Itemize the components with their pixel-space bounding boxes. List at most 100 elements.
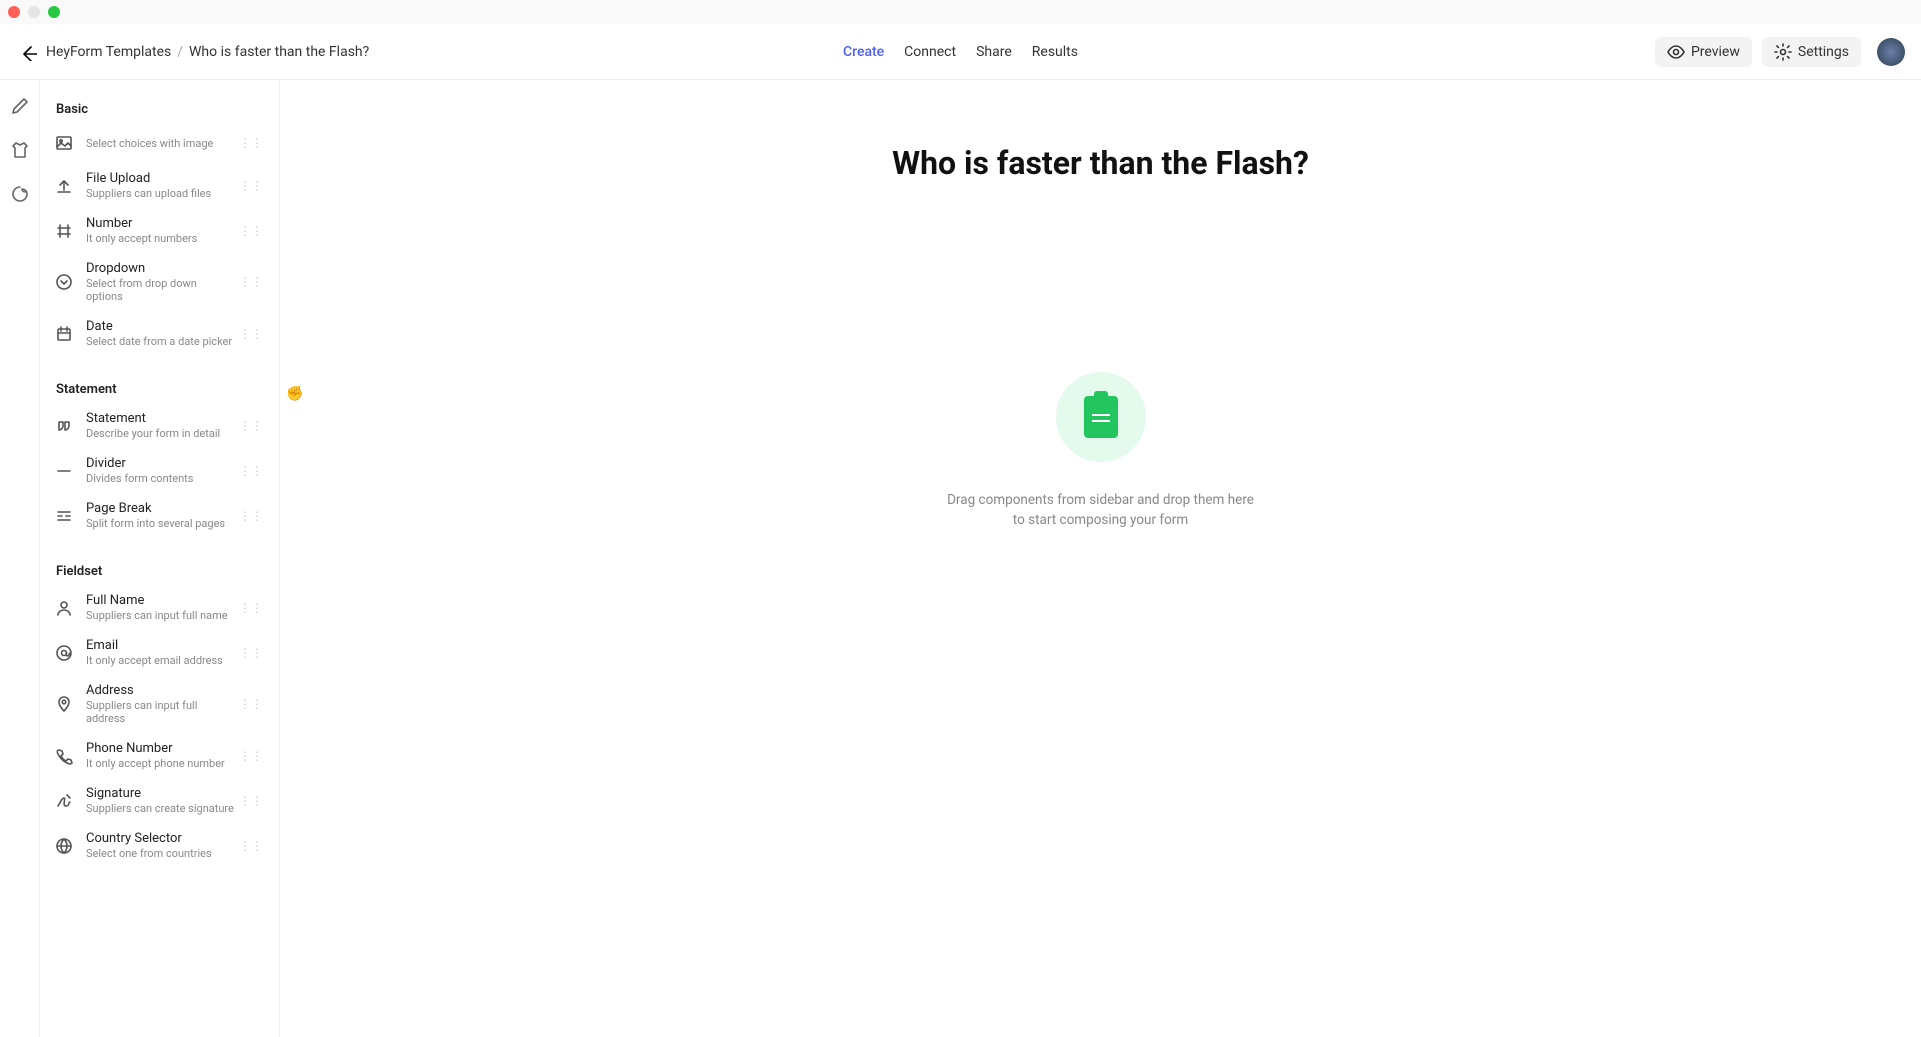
main-tabs: Create Connect Share Results bbox=[843, 44, 1078, 60]
avatar[interactable] bbox=[1877, 38, 1905, 66]
globe-icon bbox=[55, 837, 73, 855]
component-file-upload[interactable]: File UploadSuppliers can upload files ⋮⋮ bbox=[40, 163, 279, 208]
minimize-window-icon[interactable] bbox=[28, 6, 40, 18]
component-dropdown[interactable]: DropdownSelect from drop down options ⋮⋮ bbox=[40, 253, 279, 311]
component-address[interactable]: AddressSuppliers can input full address … bbox=[40, 675, 279, 733]
preview-button[interactable]: Preview bbox=[1655, 37, 1752, 67]
item-desc: It only accept phone number bbox=[86, 757, 235, 770]
item-desc: Suppliers can input full address bbox=[86, 699, 235, 725]
item-title: File Upload bbox=[86, 171, 235, 186]
gear-icon bbox=[1774, 43, 1792, 61]
item-desc: Describe your form in detail bbox=[86, 427, 235, 440]
breadcrumb: HeyForm Templates / Who is faster than t… bbox=[46, 44, 369, 60]
divider-icon bbox=[55, 462, 73, 480]
rail-design[interactable] bbox=[8, 138, 32, 162]
window-titlebar bbox=[0, 0, 1921, 24]
tab-results[interactable]: Results bbox=[1032, 44, 1078, 60]
component-page-break[interactable]: Page BreakSplit form into several pages … bbox=[40, 493, 279, 538]
empty-text: Drag components from sidebar and drop th… bbox=[941, 490, 1261, 531]
pin-icon bbox=[55, 695, 73, 713]
chevron-circle-icon bbox=[55, 273, 73, 291]
item-title: Phone Number bbox=[86, 741, 235, 756]
at-icon bbox=[55, 644, 73, 662]
drag-handle-icon[interactable]: ⋮⋮ bbox=[235, 275, 267, 289]
rail-edit[interactable] bbox=[8, 94, 32, 118]
item-desc: Select one from countries bbox=[86, 847, 235, 860]
rail-logic[interactable] bbox=[8, 182, 32, 206]
component-date[interactable]: DateSelect date from a date picker ⋮⋮ bbox=[40, 311, 279, 356]
settings-label: Settings bbox=[1798, 44, 1849, 60]
component-full-name[interactable]: Full NameSuppliers can input full name ⋮… bbox=[40, 585, 279, 630]
item-title: Signature bbox=[86, 786, 235, 801]
drag-handle-icon[interactable]: ⋮⋮ bbox=[235, 749, 267, 763]
preview-label: Preview bbox=[1691, 44, 1740, 60]
item-title: Date bbox=[86, 319, 235, 334]
item-title: Full Name bbox=[86, 593, 235, 608]
tab-connect[interactable]: Connect bbox=[904, 44, 956, 60]
drag-handle-icon[interactable]: ⋮⋮ bbox=[235, 419, 267, 433]
component-image-choice[interactable]: Select choices with image ⋮⋮ bbox=[40, 123, 279, 163]
app-header: HeyForm Templates / Who is faster than t… bbox=[0, 24, 1921, 80]
group-fieldset: Fieldset bbox=[40, 554, 279, 585]
drag-handle-icon[interactable]: ⋮⋮ bbox=[235, 646, 267, 660]
left-rail bbox=[0, 80, 40, 1037]
component-phone[interactable]: Phone NumberIt only accept phone number … bbox=[40, 733, 279, 778]
clipboard-icon bbox=[1056, 372, 1146, 462]
item-desc: Split form into several pages bbox=[86, 517, 235, 530]
group-statement: Statement bbox=[40, 372, 279, 403]
item-desc: It only accept email address bbox=[86, 654, 235, 667]
component-signature[interactable]: SignatureSuppliers can create signature … bbox=[40, 778, 279, 823]
phone-icon bbox=[55, 747, 73, 765]
item-desc: Suppliers can create signature bbox=[86, 802, 235, 815]
drag-handle-icon[interactable]: ⋮⋮ bbox=[235, 601, 267, 615]
item-desc: Select from drop down options bbox=[86, 277, 235, 303]
quote-icon bbox=[55, 417, 73, 435]
drag-handle-icon[interactable]: ⋮⋮ bbox=[235, 136, 267, 150]
signature-icon bbox=[55, 792, 73, 810]
pencil-icon bbox=[11, 97, 29, 115]
item-title: Page Break bbox=[86, 501, 235, 516]
item-title: Email bbox=[86, 638, 235, 653]
component-statement[interactable]: StatementDescribe your form in detail ⋮⋮ bbox=[40, 403, 279, 448]
drag-handle-icon[interactable]: ⋮⋮ bbox=[235, 839, 267, 853]
drag-handle-icon[interactable]: ⋮⋮ bbox=[235, 179, 267, 193]
item-title: Address bbox=[86, 683, 235, 698]
form-canvas[interactable]: Who is faster than the Flash? Drag compo… bbox=[280, 80, 1921, 1037]
back-button[interactable] bbox=[16, 40, 40, 64]
empty-state: Drag components from sidebar and drop th… bbox=[941, 372, 1261, 531]
item-title: Statement bbox=[86, 411, 235, 426]
breadcrumb-separator: / bbox=[177, 44, 183, 60]
tab-create[interactable]: Create bbox=[843, 44, 884, 60]
swirl-icon bbox=[11, 185, 29, 203]
component-country[interactable]: Country SelectorSelect one from countrie… bbox=[40, 823, 279, 868]
close-window-icon[interactable] bbox=[8, 6, 20, 18]
item-title: Number bbox=[86, 216, 235, 231]
component-divider[interactable]: DividerDivides form contents ⋮⋮ bbox=[40, 448, 279, 493]
drag-handle-icon[interactable]: ⋮⋮ bbox=[235, 224, 267, 238]
drag-handle-icon[interactable]: ⋮⋮ bbox=[235, 697, 267, 711]
item-desc: Select choices with image bbox=[86, 137, 235, 150]
breadcrumb-root[interactable]: HeyForm Templates bbox=[46, 44, 171, 60]
arrow-left-icon bbox=[19, 43, 37, 61]
component-sidebar: Basic Select choices with image ⋮⋮ File … bbox=[40, 80, 280, 1037]
item-title: Country Selector bbox=[86, 831, 235, 846]
component-email[interactable]: EmailIt only accept email address ⋮⋮ bbox=[40, 630, 279, 675]
drag-handle-icon[interactable]: ⋮⋮ bbox=[235, 327, 267, 341]
item-title: Dropdown bbox=[86, 261, 235, 276]
item-desc: Divides form contents bbox=[86, 472, 235, 485]
drag-handle-icon[interactable]: ⋮⋮ bbox=[235, 464, 267, 478]
drag-handle-icon[interactable]: ⋮⋮ bbox=[235, 509, 267, 523]
hash-icon bbox=[55, 222, 73, 240]
drag-handle-icon[interactable]: ⋮⋮ bbox=[235, 794, 267, 808]
settings-button[interactable]: Settings bbox=[1762, 37, 1861, 67]
calendar-icon bbox=[55, 325, 73, 343]
form-title[interactable]: Who is faster than the Flash? bbox=[892, 144, 1309, 182]
page-break-icon bbox=[55, 507, 73, 525]
upload-icon bbox=[55, 177, 73, 195]
tab-share[interactable]: Share bbox=[976, 44, 1012, 60]
maximize-window-icon[interactable] bbox=[48, 6, 60, 18]
component-number[interactable]: NumberIt only accept numbers ⋮⋮ bbox=[40, 208, 279, 253]
shirt-icon bbox=[11, 141, 29, 159]
item-desc: Suppliers can input full name bbox=[86, 609, 235, 622]
item-title: Divider bbox=[86, 456, 235, 471]
